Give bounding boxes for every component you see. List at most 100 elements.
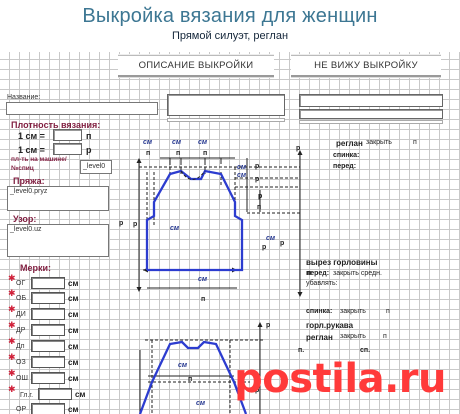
raglan-title: реглан [336,139,363,148]
dim-label-p-5: п [201,296,206,303]
measure-input-glg[interactable] [38,388,72,400]
dim-label-cm-1: см [143,139,153,146]
measure-code: Дп [16,343,25,350]
measure-code: Гл.г. [20,392,34,399]
measure-input-dp[interactable] [31,340,65,352]
raglan-back-label: спинка: [333,152,360,159]
neckline-front-text: закрыть средн. [333,270,382,277]
measure-unit: см [68,279,79,288]
raglan-front-label: перед: [333,163,357,170]
neck-back-label: спинка: [306,308,333,315]
measure-unit: см [68,294,79,303]
density-row2-prefix: 1 см = [18,145,45,155]
body-pattern-diagram [136,150,303,297]
top-middle-box[interactable] [167,94,285,116]
stitches-per-cm-input[interactable] [53,129,82,141]
required-star: ✱ [8,320,16,330]
neckline-decrease: убавлять: [306,280,338,287]
name-label: Название: [7,94,41,101]
dim-label-cm-8: см [198,276,208,283]
sleeve-dim-r-1: р [266,322,271,329]
sleeve-dim-cm-1: см [178,362,188,369]
dim-label-cm-4: см [237,164,247,171]
watermark-domain: .ru [384,356,446,402]
top-right-box-1[interactable] [299,94,443,107]
needles-input[interactable]: _level0 [80,160,112,174]
sleeve-neck-title: горл.рукава [306,321,354,330]
sleeve-raglan-title: реглан [306,333,333,342]
dim-label-r-6: р [280,240,285,247]
density-row2-unit: р [86,145,92,155]
yarn-textarea[interactable]: _level0.pryz [7,186,109,211]
required-star: ✱ [8,352,16,362]
measure-input-ob[interactable] [31,292,65,304]
measure-code: ДР [16,327,26,334]
dim-label-r-1: р [255,163,260,170]
dim-label-cm-5: см [237,172,247,179]
density-row1-unit: п [86,131,92,141]
measure-code: ОЗ [16,359,26,366]
sleeve-sp-label: сп. [360,347,371,354]
measure-unit: см [75,390,86,399]
sleeve-dim-cm-2: см [196,400,206,407]
page-subtitle: Прямой силуэт, реглан [171,30,289,42]
needles-label: №спиц [11,165,34,172]
required-star: ✱ [8,288,16,298]
yarn-title: Пряжа: [13,176,45,186]
sleeve-raglan-unit: п [383,333,387,340]
neckline-title: вырез горловины [306,258,378,267]
postila-watermark: postila.ru [234,356,446,402]
raglan-close-unit: п [413,139,417,146]
measure-input-og[interactable] [31,277,65,289]
dim-label-r-2: р [255,176,260,183]
measure-input-dr[interactable] [31,324,65,336]
dim-label-r-8: р [296,145,301,152]
measure-code: ОБ [16,295,27,302]
pattern-textarea[interactable]: _level0.uz [7,224,109,257]
measure-input-or[interactable] [31,403,65,414]
measure-code: ДИ [16,311,26,318]
required-star: ✱ [8,384,16,394]
dim-label-p-1: п [146,150,151,157]
pattern-description-button[interactable]: ОПИСАНИЕ ВЫКРОЙКИ [118,55,274,77]
density-row1-prefix: 1 см = [18,131,45,141]
required-star: ✱ [8,368,16,378]
required-star: ✱ [8,336,16,346]
measure-code: ОГ [16,280,26,287]
cant-see-pattern-button[interactable]: НЕ ВИЖУ ВЫКРОЙКУ [291,55,441,77]
measure-unit: см [68,358,79,367]
dim-label-r-3: р [258,193,263,200]
top-right-box-2[interactable] [299,109,443,119]
dim-label-cm-7: см [266,235,276,242]
top-right-strip [299,120,443,124]
measure-unit: см [68,374,79,383]
dim-label-r-7: р [262,244,267,251]
measures-title: Мерки: [20,263,52,273]
measure-unit: см [68,342,79,351]
dim-label-p-2: п [176,150,181,157]
watermark-text: postila [234,356,385,402]
measure-unit: см [68,310,79,319]
measure-input-oz[interactable] [31,356,65,368]
page-title: Выкройка вязания для женщин [82,5,378,27]
measure-input-di[interactable] [31,308,65,320]
measure-unit: см [68,326,79,335]
dim-label-r-4: р [133,221,138,228]
name-input[interactable] [6,102,158,115]
dim-label-cm-6: см [170,225,180,232]
dim-label-cm-3: см [198,139,208,146]
rows-per-cm-input[interactable] [53,143,82,155]
raglan-close-label: закрыть [366,139,392,146]
required-star: ✱ [8,273,16,283]
neckline-front-label: перед: [306,270,330,277]
machine-density-label: пл-ть на машине/ [11,156,67,163]
required-star: ✱ [8,304,16,314]
sleeve-dim-p-1: п [188,376,193,383]
sleeve-raglan-text: закрыть [340,333,366,340]
measure-input-osh[interactable] [31,372,65,384]
dim-label-r-5: р [119,220,124,227]
pattern-title: Узор: [13,214,37,224]
neck-back-text: закрыть [340,308,366,315]
dim-label-p-3: п [203,150,208,157]
sleeve-p-label: п. [298,347,305,354]
